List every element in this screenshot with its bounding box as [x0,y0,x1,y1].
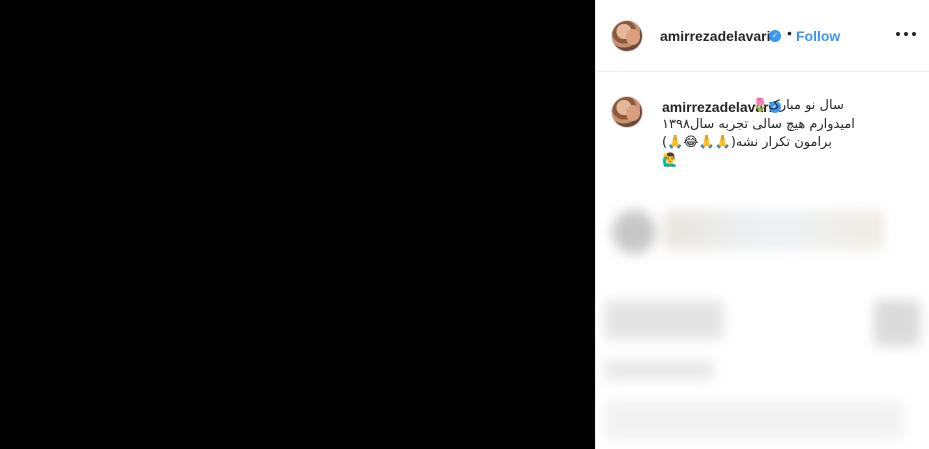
post-side-panel: amirrezadelavari ✓ • Follow amirrezadela… [595,0,929,449]
verified-badge-icon: ✓ [769,30,781,42]
post-media[interactable] [0,0,595,449]
more-dot [912,32,916,36]
blurred-comment [604,300,724,340]
instagram-post-modal: amirrezadelavari ✓ • Follow amirrezadela… [0,0,929,449]
blurred-avatar [612,210,656,254]
caption-line: امیدوارم هیچ سالی تجربه سال۱۳۹۸ [662,117,855,132]
blurred-comment [664,210,884,250]
avatar-image [626,105,640,121]
caption-line: 🙋‍♂️ [662,153,679,168]
follow-button[interactable]: Follow [796,28,840,44]
caption-line: 🌷سال نو مبارک [752,98,844,113]
more-dot [904,32,908,36]
post-header: amirrezadelavari ✓ • Follow [596,0,929,72]
caption-text: 🌷سال نو مبارک امیدوارم هیچ سالی تجربه سا… [662,98,888,170]
blurred-comment [604,360,714,380]
username-link[interactable]: amirrezadelavari [660,28,771,44]
more-dot [896,32,900,36]
more-options-icon[interactable] [896,26,916,42]
caption-avatar[interactable] [611,96,643,128]
avatar-image [626,29,640,45]
caption-line: (🙏😂🙏🙏)برامون تکرار نشه [662,135,832,150]
separator-dot: • [787,25,792,41]
blurred-comment [604,400,904,440]
avatar[interactable] [611,20,643,52]
blurred-thumbnail [874,300,920,346]
blurred-comments-area [604,200,924,449]
